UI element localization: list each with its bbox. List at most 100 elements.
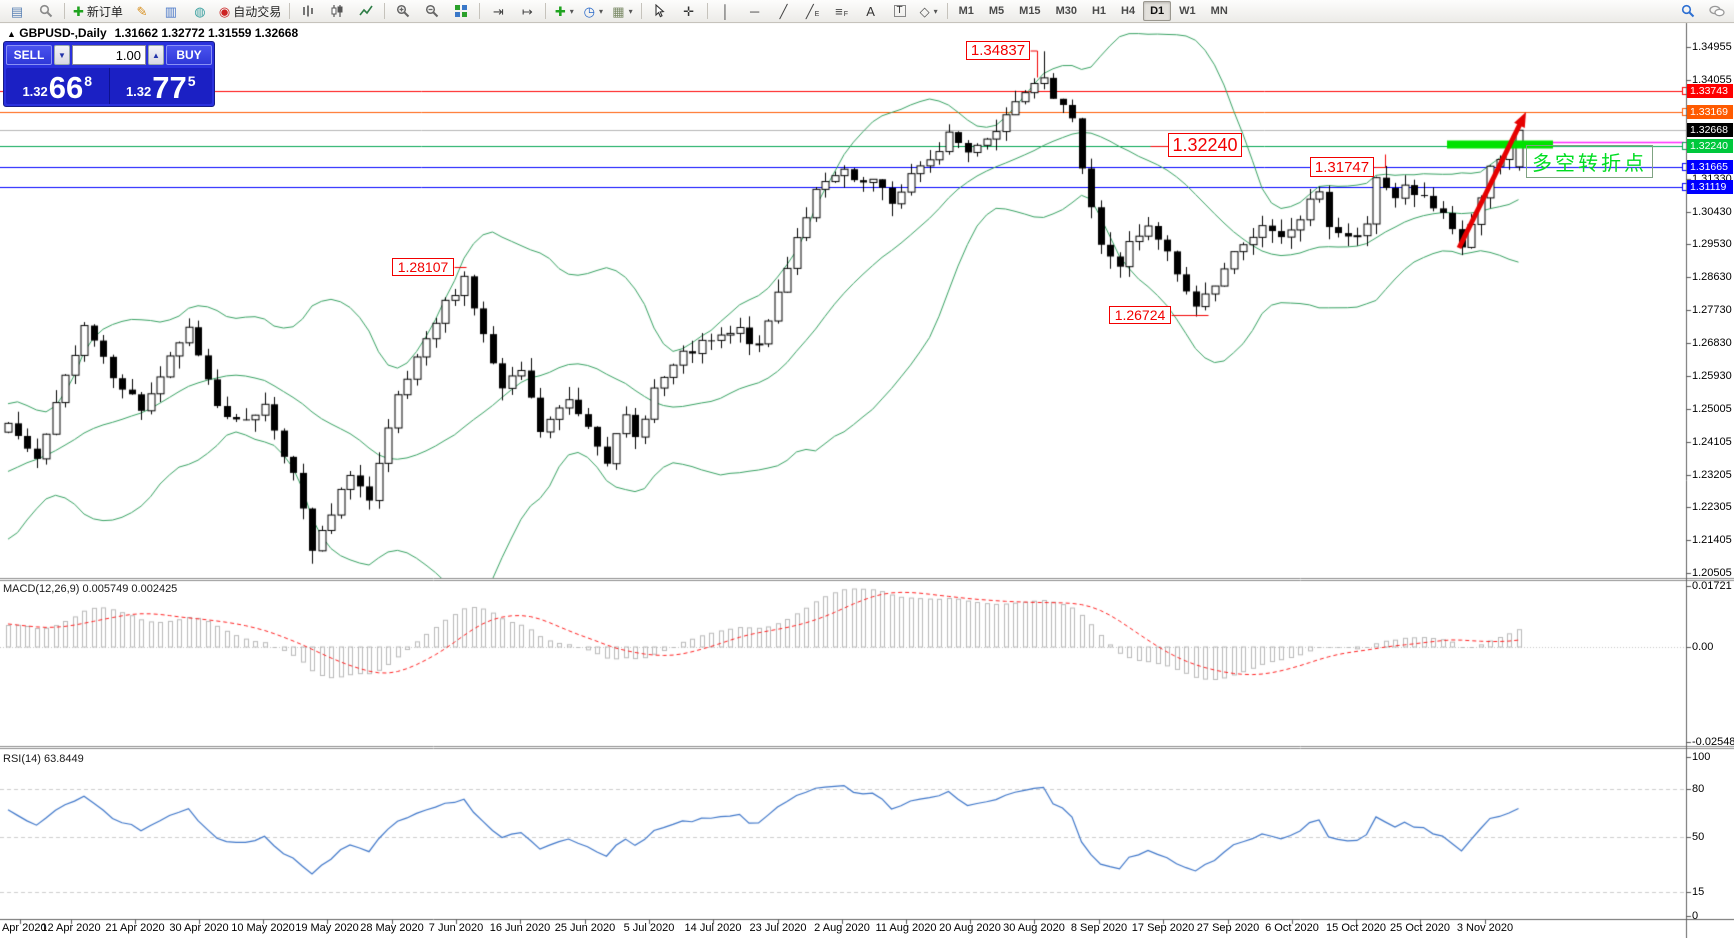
line-chart-icon[interactable] (352, 0, 380, 22)
price-annotation[interactable]: 1.31747 (1310, 157, 1374, 177)
autotrading-button-glyph: ◉ (219, 5, 230, 18)
indicators-icon[interactable]: ✚▾ (550, 0, 578, 22)
dropdown-caret-icon[interactable]: ▾ (934, 7, 938, 16)
candlestick-chart-icon[interactable] (323, 0, 351, 22)
rsi-tick-label: 15 (1692, 886, 1704, 898)
templates-icon[interactable]: ▦▾ (608, 0, 636, 22)
timeframe-button-h4[interactable]: H4 (1114, 1, 1142, 21)
chat-icon[interactable] (1703, 0, 1731, 22)
strategy-tester-icon[interactable] (32, 0, 60, 22)
search-icon[interactable] (1674, 0, 1702, 22)
date-tick-label: 14 Jul 2020 (685, 922, 742, 934)
chart-shift-icon[interactable]: ↦ (513, 0, 541, 22)
new-order-button-label: 新订单 (87, 3, 123, 20)
publisher-icon[interactable]: ▥ (157, 0, 185, 22)
auto-scroll-icon[interactable]: ⇥ (484, 0, 512, 22)
equidistant-channel-icon-glyph: ╱ (806, 5, 814, 18)
autotrading-button[interactable]: ◉自动交易 (215, 0, 285, 22)
rsi-tick-label: 50 (1692, 831, 1704, 843)
dropdown-caret-icon[interactable]: ▾ (599, 7, 603, 16)
styler-icon-glyph: ✎ (136, 5, 147, 18)
zoom-out-icon[interactable] (418, 0, 446, 22)
price-annotation[interactable]: 1.28107 (392, 258, 454, 276)
price-level-badge: 1.32240 (1687, 139, 1733, 153)
date-tick-label: 25 Jun 2020 (555, 922, 616, 934)
date-tick-label: 30 Apr 2020 (169, 922, 228, 934)
dropdown-caret-icon[interactable]: ▾ (629, 7, 633, 16)
price-annotation[interactable]: 1.32240 (1168, 133, 1242, 157)
price-annotation[interactable]: 1.34837 (966, 41, 1030, 60)
bar-chart-icon[interactable] (294, 0, 322, 22)
symbol-period-label: GBPUSD-,Daily (19, 26, 106, 40)
volume-input[interactable] (72, 45, 146, 65)
macd-tick-label: 0.01721 (1692, 580, 1732, 592)
timeframe-button-mn[interactable]: MN (1204, 1, 1235, 21)
price-tick-label: 1.20505 (1692, 567, 1732, 579)
date-tick-label: 17 Sep 2020 (1132, 922, 1194, 934)
price-annotation[interactable]: 1.26724 (1109, 306, 1171, 324)
horizontal-line-icon[interactable]: ─ (741, 0, 769, 22)
toolbar-separator (384, 3, 385, 19)
one-click-trading-panel: SELL ▼ ▲ BUY 1.32 66 8 1.32 77 5 (3, 41, 215, 107)
timeframe-button-h1[interactable]: H1 (1085, 1, 1113, 21)
toolbar-separator (64, 3, 65, 19)
date-tick-label: 6 Oct 2020 (1265, 922, 1319, 934)
trendline-icon[interactable]: ╱ (770, 0, 798, 22)
timeframe-button-d1[interactable]: D1 (1143, 1, 1171, 21)
buy-button[interactable]: BUY (166, 45, 212, 65)
charts-window-icon[interactable]: ▤ (3, 0, 31, 22)
main-toolbar: ▤✚新订单✎▥◍◉自动交易⇥↦✚▾◷▾▦▾✛│─╱╱E≡FAT◇▾M1M5M15… (0, 0, 1734, 23)
horizontal-line-icon-glyph: ─ (750, 5, 759, 18)
cursor-icon[interactable] (646, 0, 674, 22)
crosshair-icon[interactable]: ✛ (675, 0, 703, 22)
timeframe-button-m15[interactable]: M15 (1012, 1, 1047, 21)
buy-price-sup: 5 (188, 73, 196, 89)
auto-scroll-icon-glyph: ⇥ (493, 5, 504, 18)
price-level-badge: 1.33743 (1687, 84, 1733, 98)
text-icon[interactable]: A (857, 0, 885, 22)
buy-price-big: 77 (152, 74, 186, 102)
sell-price[interactable]: 1.32 66 8 (6, 68, 109, 104)
toolbar-separator (545, 3, 546, 19)
price-level-badge: 1.33169 (1687, 105, 1733, 119)
price-tick-label: 1.27730 (1692, 304, 1732, 316)
text-label-icon[interactable]: T (886, 0, 914, 22)
turning-point-annotation[interactable]: 多空转折点 (1526, 145, 1653, 178)
volume-increase-button[interactable]: ▲ (148, 45, 164, 65)
trendline-icon-glyph: ╱ (780, 5, 788, 18)
sell-button[interactable]: SELL (6, 45, 52, 65)
timeframe-button-w1[interactable]: W1 (1172, 1, 1203, 21)
shapes-icon-glyph: ◇ (920, 5, 930, 18)
text-label-icon-glyph: T (894, 5, 906, 17)
zoom-in-icon[interactable] (389, 0, 417, 22)
periods-clock-icon[interactable]: ◷▾ (579, 0, 607, 22)
dropdown-caret-icon[interactable]: ▾ (570, 7, 574, 16)
price-level-badge: 1.31665 (1687, 160, 1733, 174)
styler-icon[interactable]: ✎ (128, 0, 156, 22)
price-tick-label: 1.28630 (1692, 271, 1732, 283)
fibonacci-icon[interactable]: ≡F (828, 0, 856, 22)
chart-shift-icon-glyph: ↦ (522, 5, 533, 18)
periods-clock-icon-glyph: ◷ (584, 5, 595, 18)
shapes-icon[interactable]: ◇▾ (915, 0, 943, 22)
chart-canvas[interactable] (0, 0, 1734, 938)
toolbar-separator (707, 3, 708, 19)
templates-icon-glyph: ▦ (612, 5, 624, 18)
sell-price-small: 1.32 (22, 84, 47, 99)
timeframe-button-m30[interactable]: M30 (1049, 1, 1084, 21)
rsi-tick-label: 100 (1692, 751, 1710, 763)
price-tick-label: 1.30430 (1692, 206, 1732, 218)
timeframe-button-m1[interactable]: M1 (952, 1, 981, 21)
symbol-direction-icon: ▲ GBPUSD-,Daily (7, 26, 107, 40)
volume-decrease-button[interactable]: ▼ (54, 45, 70, 65)
equidistant-channel-icon[interactable]: ╱E (799, 0, 827, 22)
new-order-button[interactable]: ✚新订单 (69, 0, 127, 22)
vertical-line-icon[interactable]: │ (712, 0, 740, 22)
price-tick-label: 1.29530 (1692, 238, 1732, 250)
new-order-button-glyph: ✚ (73, 5, 84, 18)
tile-windows-icon[interactable] (447, 0, 475, 22)
timeframe-button-m5[interactable]: M5 (982, 1, 1011, 21)
buy-price[interactable]: 1.32 77 5 (110, 68, 213, 104)
signals-icon[interactable]: ◍ (186, 0, 214, 22)
price-tick-label: 1.24105 (1692, 436, 1732, 448)
